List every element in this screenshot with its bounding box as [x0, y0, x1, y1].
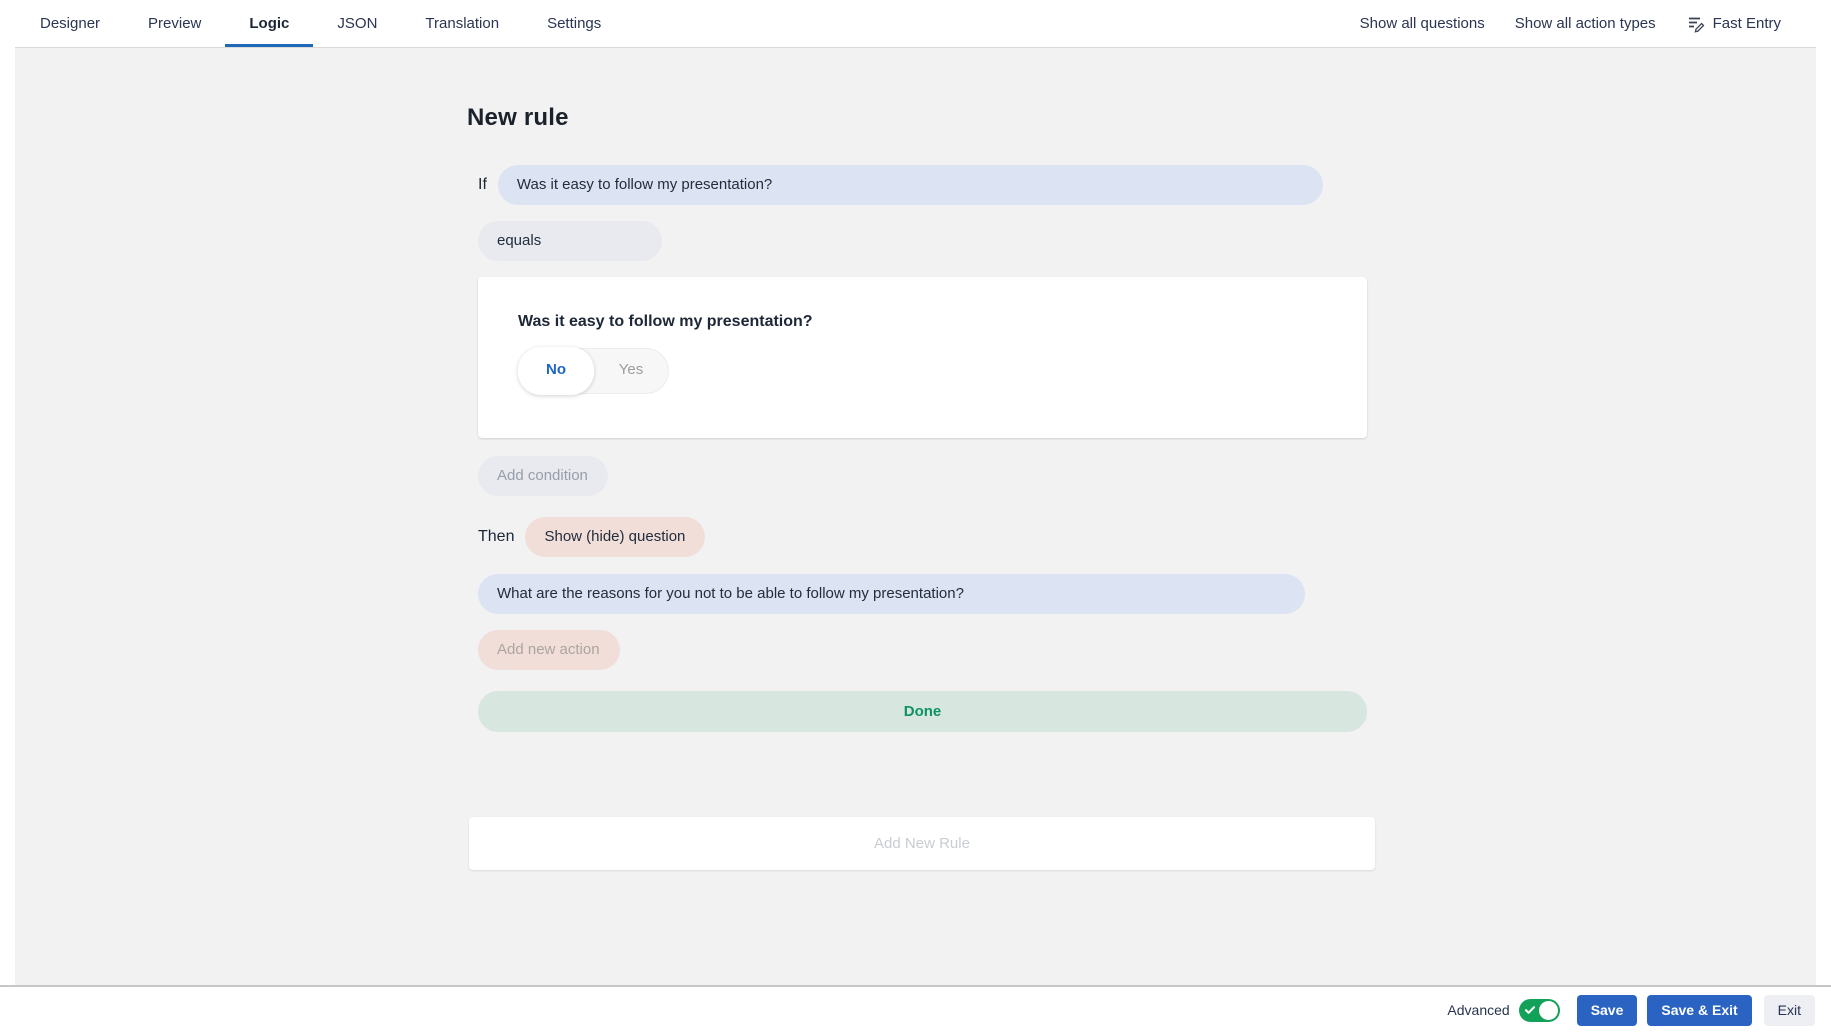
fast-entry-icon	[1686, 14, 1705, 33]
if-label: If	[478, 176, 487, 194]
condition-row: If Was it easy to follow my presentation…	[478, 165, 1377, 205]
add-condition-button[interactable]: Add condition	[478, 456, 608, 496]
advanced-toggle[interactable]	[1519, 999, 1560, 1022]
exit-button[interactable]: Exit	[1764, 995, 1815, 1026]
tab-designer[interactable]: Designer	[16, 0, 124, 47]
add-new-rule-button[interactable]: Add New Rule	[469, 817, 1375, 870]
logic-canvas: New rule If Was it easy to follow my pre…	[15, 47, 1816, 985]
add-new-action-button[interactable]: Add new action	[478, 630, 620, 670]
condition-question-dropdown[interactable]: Was it easy to follow my presentation?	[498, 165, 1323, 205]
fast-entry-label: Fast Entry	[1713, 15, 1781, 32]
page-title: New rule	[467, 104, 1377, 132]
boolean-option-no[interactable]: No	[518, 347, 594, 395]
action-question-dropdown[interactable]: What are the reasons for you not to be a…	[478, 574, 1305, 614]
creator-footer: Advanced Save Save & Exit Exit	[0, 985, 1831, 1033]
tab-settings[interactable]: Settings	[523, 0, 625, 47]
fast-entry-button[interactable]: Fast Entry	[1686, 14, 1781, 33]
advanced-label: Advanced	[1447, 1002, 1509, 1018]
toggle-knob	[1539, 1001, 1558, 1020]
boolean-option-yes[interactable]: Yes	[594, 348, 668, 394]
view-tabs: Designer Preview Logic JSON Translation …	[16, 0, 625, 47]
show-all-action-types-button[interactable]: Show all action types	[1515, 15, 1656, 32]
condition-value-card: Was it easy to follow my presentation? N…	[478, 277, 1367, 438]
action-type-dropdown[interactable]: Show (hide) question	[525, 517, 705, 557]
save-button[interactable]: Save	[1577, 995, 1638, 1026]
tab-logic[interactable]: Logic	[225, 0, 313, 47]
tab-translation[interactable]: Translation	[401, 0, 523, 47]
action-row: Then Show (hide) question	[478, 517, 1377, 557]
then-label: Then	[478, 528, 514, 546]
tab-preview[interactable]: Preview	[124, 0, 225, 47]
done-button[interactable]: Done	[478, 691, 1367, 732]
creator-tab-bar: Designer Preview Logic JSON Translation …	[0, 0, 1831, 47]
operator-dropdown[interactable]: equals	[478, 221, 662, 261]
show-all-questions-button[interactable]: Show all questions	[1360, 15, 1485, 32]
tab-json[interactable]: JSON	[313, 0, 401, 47]
condition-value-question-title: Was it easy to follow my presentation?	[518, 313, 1367, 331]
boolean-value-toggle[interactable]: No Yes	[518, 348, 669, 394]
save-exit-button[interactable]: Save & Exit	[1647, 995, 1751, 1026]
rule-editor: New rule If Was it easy to follow my pre…	[467, 104, 1377, 870]
logic-toolbar: Show all questions Show all action types…	[1360, 0, 1781, 47]
